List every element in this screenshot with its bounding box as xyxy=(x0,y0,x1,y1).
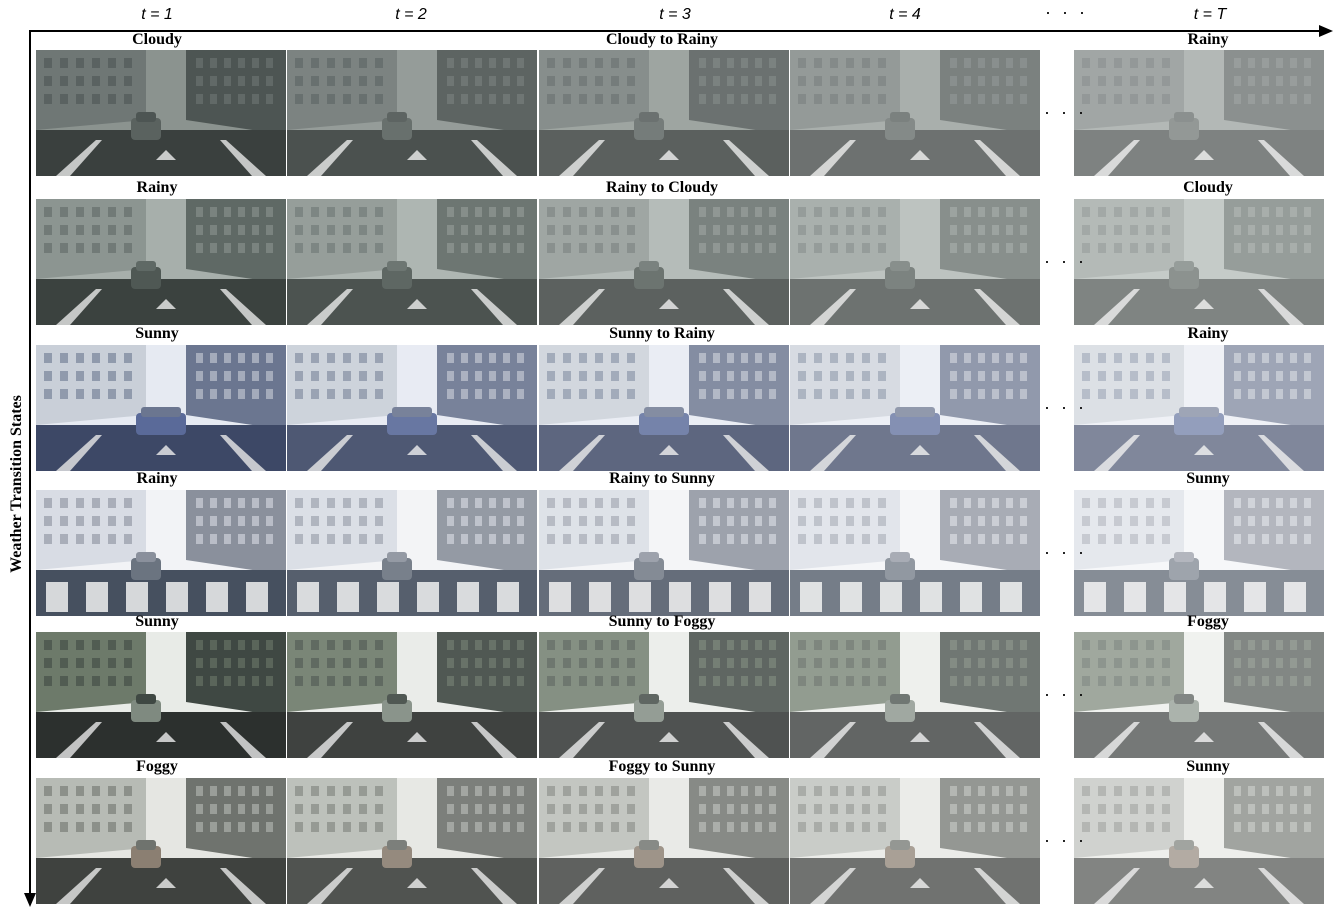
frame-row-3-col-1 xyxy=(36,345,286,471)
frame-row-2-col-1 xyxy=(36,199,286,325)
frame-row-5-col-3 xyxy=(539,632,789,758)
row-5-transition-label: Sunny to Foggy xyxy=(608,613,716,630)
frame-row-6-col-5 xyxy=(1074,778,1324,904)
frame-row-6-col-4 xyxy=(790,778,1040,904)
time-label-1: t = 1 xyxy=(141,6,173,23)
row-4-end-label: Sunny xyxy=(1186,470,1230,487)
frame-row-1-col-4 xyxy=(790,50,1040,176)
frame-row-5-col-5 xyxy=(1074,632,1324,758)
frame-row-4-col-1 xyxy=(36,490,286,616)
row-3-ellipsis: · · · xyxy=(1044,397,1087,417)
frame-row-6-col-1 xyxy=(36,778,286,904)
frame-row-1-col-2 xyxy=(287,50,537,176)
row-1-start-label: Cloudy xyxy=(132,31,182,48)
row-4-transition-label: Rainy to Sunny xyxy=(609,470,715,487)
state-axis-arrow xyxy=(24,893,36,907)
time-label-2: t = 2 xyxy=(395,6,427,23)
row-1-ellipsis: · · · xyxy=(1044,102,1087,122)
frame-row-4-col-5 xyxy=(1074,490,1324,616)
frame-row-6-col-2 xyxy=(287,778,537,904)
frame-row-2-col-2 xyxy=(287,199,537,325)
row-6-start-label: Foggy xyxy=(136,758,178,775)
frame-row-2-col-5 xyxy=(1074,199,1324,325)
time-label-3: t = 3 xyxy=(659,6,691,23)
row-1-transition-label: Cloudy to Rainy xyxy=(605,31,719,48)
row-6-ellipsis: · · · xyxy=(1044,830,1087,850)
time-label-4: t = 4 xyxy=(889,6,921,23)
frame-row-6-col-3 xyxy=(539,778,789,904)
frame-row-3-col-3 xyxy=(539,345,789,471)
frame-row-4-col-2 xyxy=(287,490,537,616)
time-label-T: t = T xyxy=(1193,6,1227,23)
row-3-transition-label: Sunny to Rainy xyxy=(609,325,715,342)
row-2-ellipsis: · · · xyxy=(1044,251,1087,271)
row-1-end-label: Rainy xyxy=(1187,31,1229,48)
frame-row-1-col-1 xyxy=(36,50,286,176)
time-axis-arrow xyxy=(1319,25,1333,37)
frame-row-5-col-1 xyxy=(36,632,286,758)
frame-row-2-col-4 xyxy=(790,199,1040,325)
y-axis-label: Weather Transition States xyxy=(8,395,25,573)
row-5-ellipsis: · · · xyxy=(1044,684,1087,704)
row-5-start-label: Sunny xyxy=(135,613,179,630)
row-5-end-label: Foggy xyxy=(1187,613,1229,630)
row-6-end-label: Sunny xyxy=(1186,758,1230,775)
time-ellipsis: · · · xyxy=(1045,2,1088,22)
frame-row-2-col-3 xyxy=(539,199,789,325)
frame-row-3-col-2 xyxy=(287,345,537,471)
row-2-transition-label: Rainy to Cloudy xyxy=(605,179,719,196)
frame-row-5-col-2 xyxy=(287,632,537,758)
frame-row-3-col-4 xyxy=(790,345,1040,471)
row-3-end-label: Rainy xyxy=(1187,325,1229,342)
row-2-start-label: Rainy xyxy=(136,179,178,196)
state-axis-line xyxy=(29,30,31,898)
row-4-start-label: Rainy xyxy=(136,470,178,487)
frame-row-3-col-5 xyxy=(1074,345,1324,471)
row-3-start-label: Sunny xyxy=(135,325,179,342)
row-2-end-label: Cloudy xyxy=(1183,179,1233,196)
frame-row-4-col-3 xyxy=(539,490,789,616)
frame-row-5-col-4 xyxy=(790,632,1040,758)
row-4-ellipsis: · · · xyxy=(1044,542,1087,562)
frame-row-1-col-5 xyxy=(1074,50,1324,176)
frame-row-4-col-4 xyxy=(790,490,1040,616)
frame-row-1-col-3 xyxy=(539,50,789,176)
row-6-transition-label: Foggy to Sunny xyxy=(608,758,716,775)
